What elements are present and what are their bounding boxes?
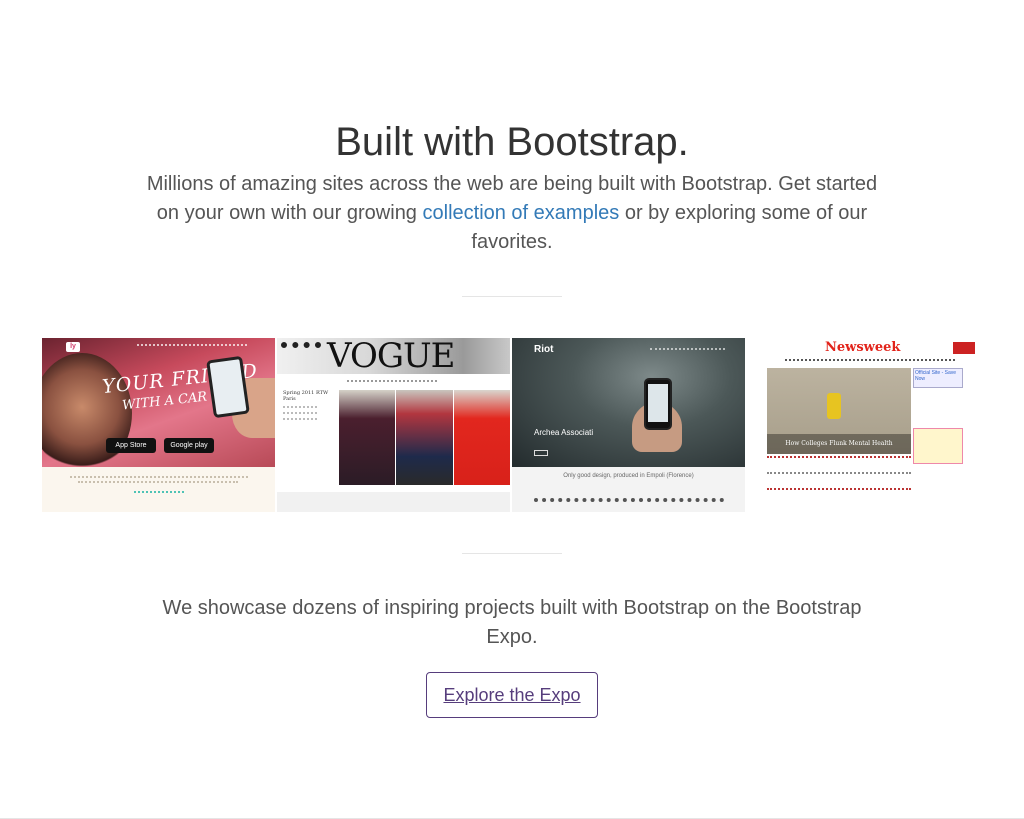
newsweek-list-item bbox=[767, 456, 911, 470]
newsweek-list-item bbox=[767, 472, 911, 486]
showcase-text: We showcase dozens of inspiring projects… bbox=[162, 597, 862, 648]
riot-button bbox=[534, 450, 548, 456]
vogue-photo bbox=[396, 390, 453, 485]
newsweek-header-ad bbox=[953, 342, 975, 354]
newsweek-figure bbox=[827, 393, 841, 419]
divider-top bbox=[462, 296, 562, 297]
google-play-badge: Google play bbox=[164, 438, 214, 453]
lyft-body-text-2 bbox=[78, 481, 238, 483]
showcase-thumb-newsweek[interactable]: Newsweek How Colleges Flunk Mental Healt… bbox=[747, 338, 980, 512]
newsweek-caption: How Colleges Flunk Mental Health bbox=[767, 434, 911, 454]
newsweek-logo: Newsweek bbox=[825, 340, 901, 355]
riot-nav bbox=[650, 348, 725, 350]
vogue-wordmark: VOGUE bbox=[327, 338, 455, 376]
built-with-bootstrap-section: Built with Bootstrap. Millions of amazin… bbox=[0, 0, 1024, 819]
app-store-badge: App Store bbox=[106, 438, 156, 453]
vogue-footer bbox=[277, 492, 510, 512]
riot-headline: Archea Associati bbox=[534, 428, 594, 437]
vogue-social-icons bbox=[281, 342, 321, 348]
page-title: Built with Bootstrap. bbox=[335, 120, 689, 164]
newsweek-side-ad: Official Site - Save Now bbox=[913, 368, 963, 388]
vogue-photo bbox=[339, 390, 396, 485]
showcase-gallery: ly YOUR FRIEND WITH A CAR App Store Goog… bbox=[42, 338, 980, 512]
lyft-nav bbox=[137, 344, 247, 346]
vogue-photos bbox=[339, 390, 510, 485]
showcase-thumb-lyft[interactable]: ly YOUR FRIEND WITH A CAR App Store Goog… bbox=[42, 338, 275, 512]
vogue-sidebar: Spring 2011 RTW Paris bbox=[283, 390, 333, 450]
vogue-side-line bbox=[283, 406, 317, 408]
newsweek-menu bbox=[785, 359, 955, 361]
vogue-nav bbox=[347, 380, 437, 382]
explore-expo-button[interactable]: Explore the Expo bbox=[426, 672, 598, 718]
vogue-photo bbox=[453, 390, 510, 485]
riot-phone-screen bbox=[648, 384, 668, 422]
riot-columns bbox=[534, 498, 724, 502]
lyft-body-text bbox=[70, 476, 248, 478]
lead-paragraph: Millions of amazing sites across the web… bbox=[142, 170, 882, 257]
riot-logo: Riot bbox=[534, 344, 554, 355]
lyft-logo: ly bbox=[66, 342, 80, 352]
showcase-thumb-riot[interactable]: Riot Archea Associati Only good design, … bbox=[512, 338, 745, 512]
vogue-side-line bbox=[283, 412, 317, 414]
newsweek-list bbox=[767, 456, 911, 504]
divider-bottom bbox=[462, 553, 562, 554]
vogue-side-heading: Spring 2011 RTW Paris bbox=[283, 390, 329, 402]
riot-hero bbox=[512, 338, 745, 467]
vogue-side-line bbox=[283, 418, 317, 420]
examples-link[interactable]: collection of examples bbox=[423, 202, 620, 224]
showcase-thumb-vogue[interactable]: VOGUE Spring 2011 RTW Paris bbox=[277, 338, 510, 512]
newsweek-side-ad-2 bbox=[913, 428, 963, 464]
newsweek-sidebar: Official Site - Save Now bbox=[913, 368, 968, 488]
newsweek-list-item bbox=[767, 488, 911, 502]
lyft-link bbox=[134, 491, 184, 493]
riot-tagline: Only good design, produced in Empoli (Fl… bbox=[563, 473, 694, 479]
